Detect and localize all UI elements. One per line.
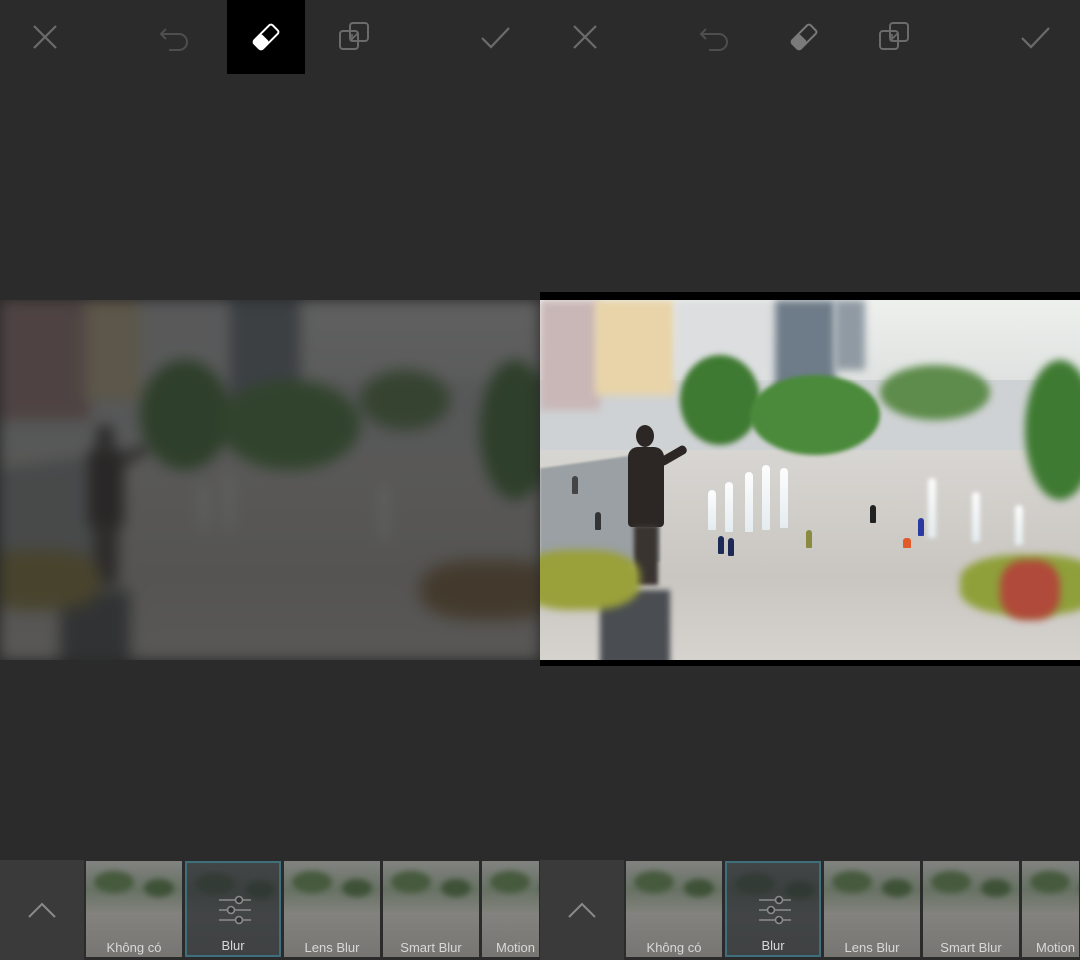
close-button[interactable] [546, 0, 624, 74]
filter-label: Motion [1036, 940, 1076, 955]
compare-icon [339, 22, 369, 50]
filter-thumb-lens-blur[interactable]: Lens Blur [284, 861, 380, 957]
photo-image [540, 300, 1080, 660]
filter-label: Motion [496, 940, 536, 955]
eraser-icon [790, 23, 818, 51]
filter-thumb-blur[interactable]: Blur [185, 861, 281, 957]
filter-label: Smart Blur [940, 940, 1002, 955]
adjust-sliders-icon[interactable] [217, 893, 253, 927]
undo-button[interactable] [675, 0, 753, 74]
checkmark-icon [481, 27, 510, 49]
top-toolbar [540, 0, 1080, 74]
filter-label: Không có [106, 940, 162, 955]
filter-label: Lens Blur [304, 940, 360, 955]
filter-thumb-none[interactable]: Không có [626, 861, 722, 957]
close-button[interactable] [6, 0, 84, 74]
undo-icon [159, 28, 188, 51]
compare-icon [879, 22, 909, 50]
eraser-button[interactable] [227, 0, 305, 74]
close-icon [33, 25, 57, 49]
expand-button[interactable] [0, 860, 84, 960]
undo-icon [699, 28, 728, 51]
undo-button[interactable] [135, 0, 213, 74]
filter-label: Blur [221, 938, 245, 953]
filter-thumb-motion[interactable]: Motion [1022, 861, 1079, 957]
filter-strip: Không có Blur Lens Blur Smart Blur Motio… [540, 860, 1080, 960]
photo-canvas[interactable] [0, 300, 540, 660]
adjust-sliders-icon[interactable] [757, 893, 793, 927]
chevron-up-icon [28, 902, 56, 918]
filter-label: Smart Blur [400, 940, 462, 955]
checkmark-icon [1021, 27, 1050, 49]
editor-panel-left: Không có Blur Lens Blur Smart Blur Motio… [0, 0, 540, 960]
blur-mask-overlay [0, 300, 540, 660]
filter-thumb-blur[interactable]: Blur [725, 861, 821, 957]
confirm-button[interactable] [456, 0, 534, 74]
filter-label: Lens Blur [844, 940, 900, 955]
compare-button[interactable] [315, 0, 393, 74]
chevron-up-icon [568, 902, 596, 918]
expand-button[interactable] [540, 860, 624, 960]
top-toolbar [0, 0, 540, 74]
close-icon [573, 25, 597, 49]
filter-thumb-lens-blur[interactable]: Lens Blur [824, 861, 920, 957]
filter-label: Không có [646, 940, 702, 955]
filter-thumb-smart-blur[interactable]: Smart Blur [383, 861, 479, 957]
editor-panel-right: Không có Blur Lens Blur Smart Blur Motio… [540, 0, 1080, 960]
filter-thumb-none[interactable]: Không có [86, 861, 182, 957]
filter-strip: Không có Blur Lens Blur Smart Blur Motio… [0, 860, 540, 960]
eraser-button[interactable] [765, 0, 843, 74]
filter-label: Blur [761, 938, 785, 953]
eraser-icon [252, 23, 280, 51]
compare-button[interactable] [855, 0, 933, 74]
photo-canvas[interactable] [540, 300, 1080, 660]
filter-thumb-motion[interactable]: Motion [482, 861, 539, 957]
filter-thumb-smart-blur[interactable]: Smart Blur [923, 861, 1019, 957]
confirm-button[interactable] [996, 0, 1074, 74]
